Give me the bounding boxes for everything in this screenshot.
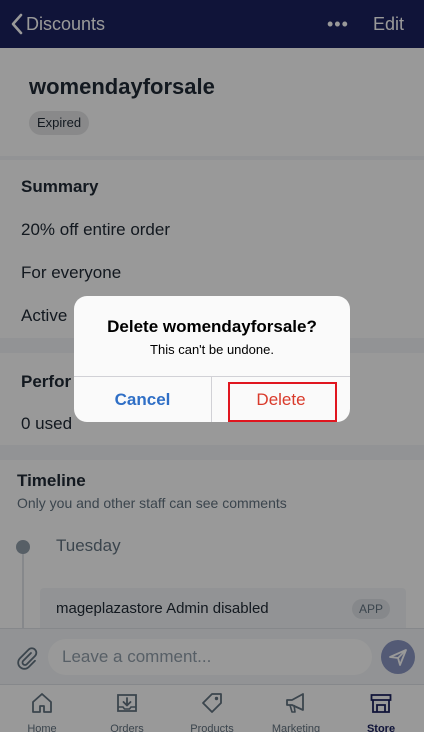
dialog-message: This can't be undone. — [150, 342, 274, 357]
cancel-button[interactable]: Cancel — [74, 377, 211, 422]
delete-highlight-box — [228, 382, 337, 422]
dialog-title: Delete womendayforsale? — [107, 317, 317, 336]
